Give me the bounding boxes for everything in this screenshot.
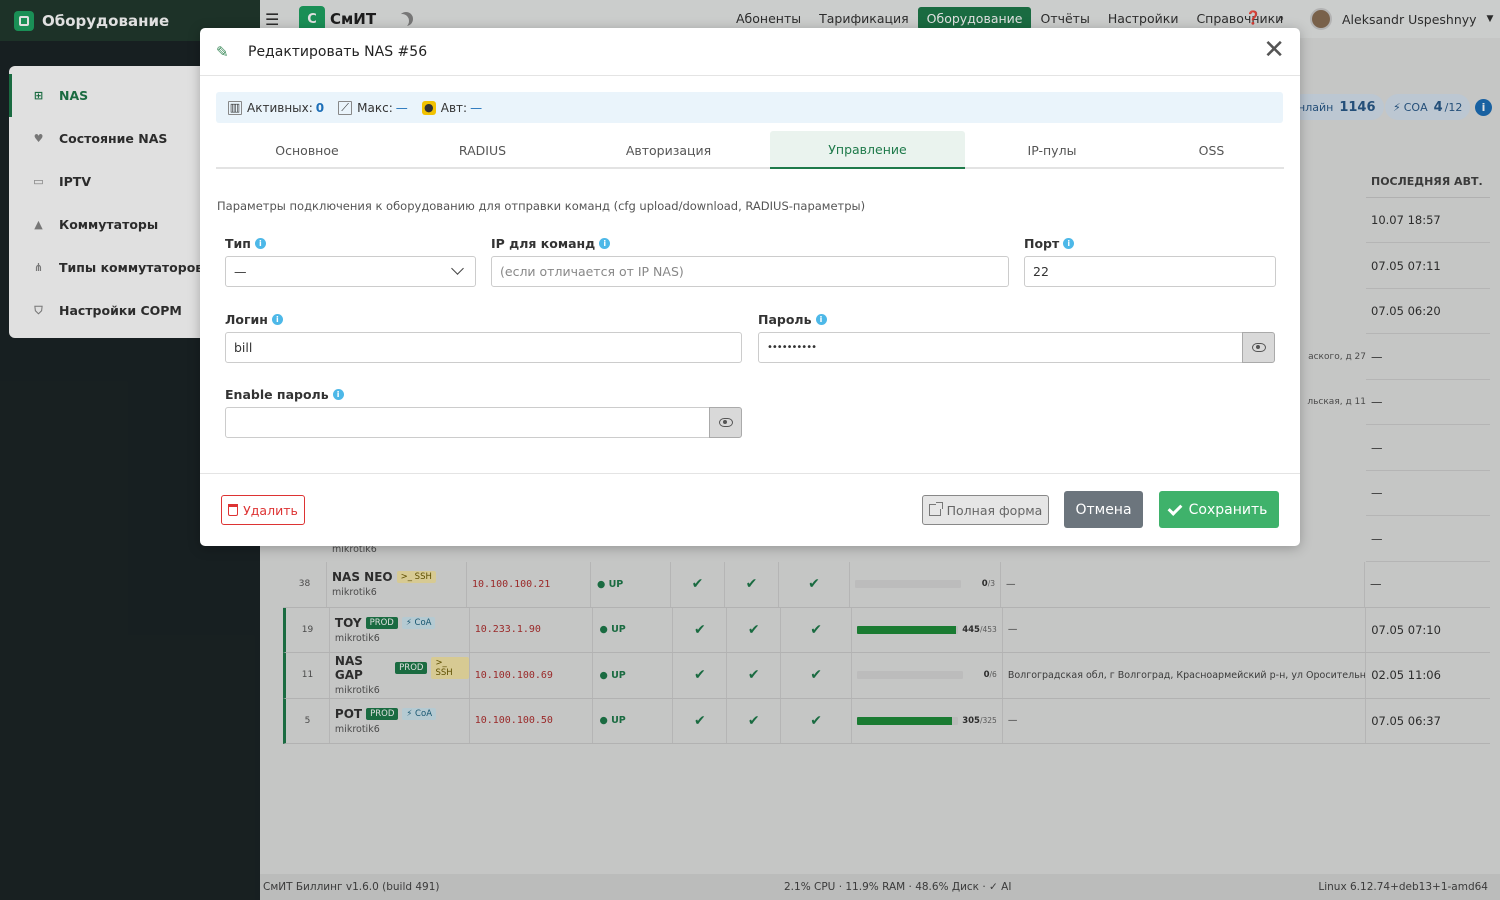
password-label: Пароль i <box>758 312 827 327</box>
full-form-button[interactable]: Полная форма <box>922 495 1049 525</box>
label-text: Пароль <box>758 312 812 327</box>
eye-icon <box>1251 343 1266 352</box>
show-enable-password-button[interactable] <box>709 407 742 438</box>
tab-general[interactable]: Основное <box>216 131 398 169</box>
select-value: — <box>234 264 247 279</box>
stat-label: Макс: <box>357 100 393 115</box>
check-icon <box>1167 500 1183 516</box>
button-label: Сохранить <box>1188 501 1268 518</box>
label-text: Порт <box>1024 236 1060 251</box>
modal-header: ✎ Редактировать NAS #56 <box>200 28 1300 76</box>
label-text: Enable пароль <box>225 387 329 402</box>
stat-label: Авт: <box>440 100 468 115</box>
info-icon[interactable]: i <box>599 238 611 249</box>
password-input[interactable]: •••••••••• <box>758 332 1243 363</box>
pencil-icon: ✎ <box>216 42 229 61</box>
modal-footer: Удалить Полная форма Отмена Сохранить <box>200 473 1300 546</box>
info-icon[interactable]: i <box>1063 238 1075 249</box>
session-stats-bar: ▥ Активных: 0 ⟋ Макс: — ● Авт: — <box>216 92 1283 123</box>
login-label: Логин i <box>225 312 283 327</box>
edit-nas-modal: ✎ Редактировать NAS #56 ✕ ▥ Активных: 0 … <box>200 28 1300 546</box>
tab-authorization[interactable]: Авторизация <box>567 131 770 169</box>
label-text: IP для команд <box>491 236 596 251</box>
login-input[interactable]: bill <box>225 332 742 363</box>
label-text: Логин <box>225 312 268 327</box>
button-label: Удалить <box>243 502 298 518</box>
info-icon[interactable]: i <box>815 314 827 325</box>
button-label: Полная форма <box>946 502 1043 518</box>
stat-value: — <box>470 100 483 115</box>
stat-label: Активных: <box>247 100 313 115</box>
eye-icon <box>718 418 733 427</box>
tab-management[interactable]: Управление <box>770 131 965 169</box>
stat-value: — <box>395 100 408 115</box>
line-chart-icon: ⟋ <box>338 100 353 115</box>
save-button[interactable]: Сохранить <box>1159 491 1279 528</box>
type-label: Тип i <box>225 236 266 251</box>
command-ip-label: IP для команд i <box>491 236 611 251</box>
tab-ip-pools[interactable]: IP-пулы <box>965 131 1139 169</box>
info-icon[interactable]: i <box>271 314 283 325</box>
show-password-button[interactable] <box>1242 332 1275 363</box>
tab-radius[interactable]: RADIUS <box>398 131 567 169</box>
lock-icon: ● <box>421 100 436 115</box>
command-ip-input[interactable]: (если отличается от IP NAS) <box>491 256 1009 287</box>
stat-value: 0 <box>315 100 325 115</box>
button-label: Отмена <box>1075 501 1132 518</box>
cancel-button[interactable]: Отмена <box>1064 491 1143 528</box>
label-text: Тип <box>225 236 251 251</box>
port-label: Порт i <box>1024 236 1075 251</box>
stat-active: ▥ Активных: 0 <box>228 100 325 115</box>
chevron-down-icon <box>451 262 464 275</box>
enable-password-input[interactable] <box>225 407 710 438</box>
modal-tabs: Основное RADIUS Авторизация Управление I… <box>216 131 1284 169</box>
delete-button[interactable]: Удалить <box>221 495 305 525</box>
stat-auth: ● Авт: — <box>421 100 483 115</box>
type-select[interactable]: — <box>225 256 476 287</box>
tab-description: Параметры подключения к оборудованию для… <box>217 199 866 213</box>
info-icon[interactable]: i <box>254 238 266 249</box>
trash-icon <box>228 504 239 516</box>
port-input[interactable]: 22 <box>1024 256 1276 287</box>
bar-chart-icon: ▥ <box>228 100 242 115</box>
modal-title: Редактировать NAS #56 <box>248 43 428 60</box>
enable-password-label: Enable пароль i <box>225 387 344 402</box>
stat-max: ⟋ Макс: — <box>338 100 408 115</box>
tab-oss[interactable]: OSS <box>1139 131 1284 169</box>
info-icon[interactable]: i <box>332 389 344 400</box>
close-icon[interactable]: ✕ <box>1263 37 1285 63</box>
external-link-icon <box>928 502 943 516</box>
